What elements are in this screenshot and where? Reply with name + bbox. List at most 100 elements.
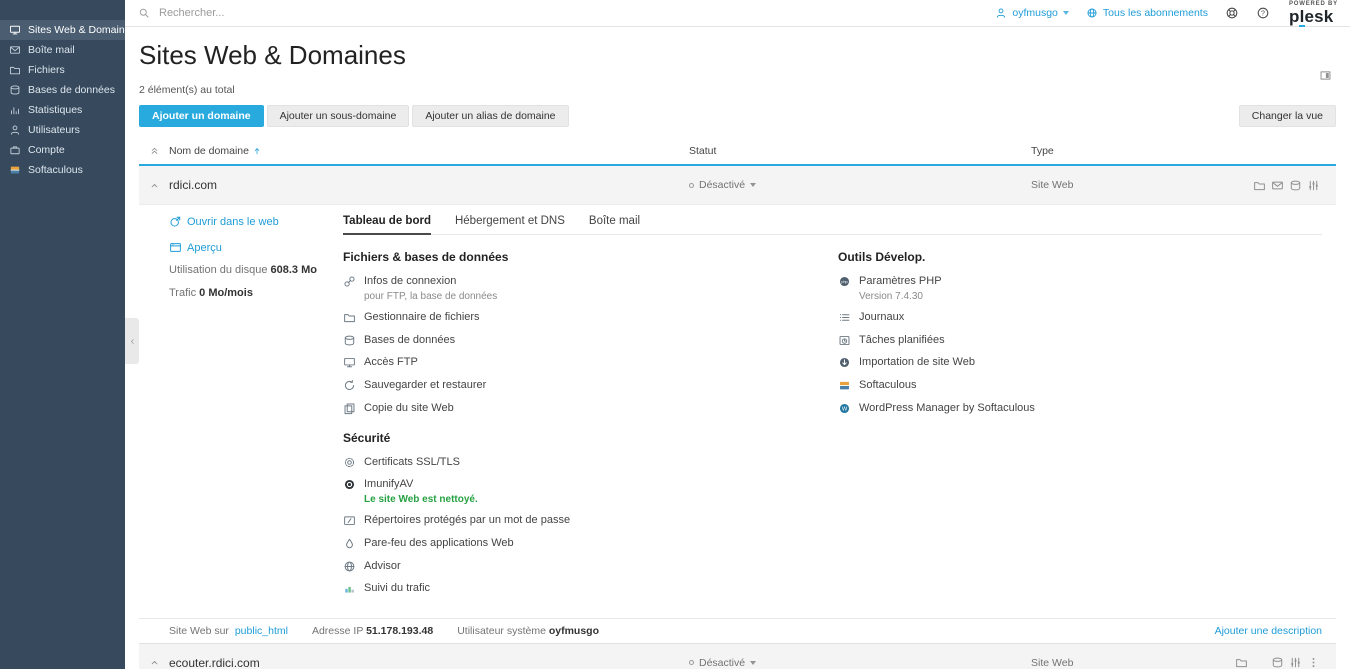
plesk-logo[interactable]: POWERED BYplesk xyxy=(1289,1,1338,25)
ip-address-info: Adresse IP 51.178.193.48 xyxy=(312,625,433,637)
help-icon[interactable] xyxy=(1256,6,1270,20)
status-dropdown[interactable]: Désactivé xyxy=(689,657,1031,669)
column-label: Nom de domaine xyxy=(169,145,249,157)
user-icon xyxy=(9,124,21,136)
copy-icon xyxy=(343,402,356,415)
preview-icon xyxy=(169,241,182,254)
tool-connection-info[interactable]: Infos de connexion pour FTP, la base de … xyxy=(343,275,838,302)
tool-website-copy[interactable]: Copie du site Web xyxy=(343,402,838,416)
open-in-web-link[interactable]: Ouvrir dans le web xyxy=(169,215,279,228)
domain-detail-column: Tableau de bord Hébergement et DNS Boîte… xyxy=(343,215,1322,605)
brand-name: plesk xyxy=(1289,7,1333,26)
traffic-label: Trafic xyxy=(169,287,196,299)
sidebar-item-account[interactable]: Compte xyxy=(0,140,125,160)
tool-protected-directories[interactable]: Répertoires protégés par un mot de passe xyxy=(343,514,838,528)
domain-card-footer: Site Web sur public_html Adresse IP 51.1… xyxy=(139,618,1336,643)
status-label: Désactivé xyxy=(699,657,745,669)
tool-label: Accès FTP xyxy=(364,356,418,370)
sidebar: Sites Web & Domaines Boîte mail Fichiers… xyxy=(0,0,125,669)
row-action-icons xyxy=(1253,179,1320,192)
support-lifering-icon[interactable] xyxy=(1225,6,1239,20)
search-bar xyxy=(138,6,995,20)
tool-ssl-certificates[interactable]: Certificats SSL/TLS xyxy=(343,456,838,470)
sidebar-item-users[interactable]: Utilisateurs xyxy=(0,120,125,140)
domain-row-header: rdici.com Désactivé Site Web xyxy=(139,166,1336,205)
column-domain-name[interactable]: Nom de domaine xyxy=(169,145,689,157)
tool-softaculous[interactable]: Softaculous xyxy=(838,379,1322,393)
open-web-icon xyxy=(169,215,182,228)
files-icon[interactable] xyxy=(1253,179,1266,192)
add-subdomain-button[interactable]: Ajouter un sous-domaine xyxy=(267,105,410,127)
user-menu[interactable]: oyfmusgo xyxy=(995,7,1069,19)
sidebar-item-mail[interactable]: Boîte mail xyxy=(0,40,125,60)
tool-ftp-access[interactable]: Accès FTP xyxy=(343,356,838,370)
add-domain-button[interactable]: Ajouter un domaine xyxy=(139,105,264,127)
add-description-link[interactable]: Ajouter une description xyxy=(1215,625,1322,637)
tool-backup-restore[interactable]: Sauvegarder et restaurer xyxy=(343,379,838,393)
tab-hosting-dns[interactable]: Hébergement et DNS xyxy=(455,215,565,234)
column-status[interactable]: Statut xyxy=(689,145,1031,157)
change-view-button[interactable]: Changer la vue xyxy=(1239,105,1336,127)
chevron-down-icon xyxy=(1063,11,1069,15)
protected-dir-icon xyxy=(343,514,356,527)
tab-dashboard[interactable]: Tableau de bord xyxy=(343,215,431,235)
domain-card-body: Ouvrir dans le web Aperçu Utilisation du… xyxy=(139,205,1336,618)
domain-type: Site Web xyxy=(1031,657,1235,669)
sidebar-item-databases[interactable]: Bases de données xyxy=(0,80,125,100)
folder-icon xyxy=(343,311,356,324)
preview-link[interactable]: Aperçu xyxy=(169,241,222,254)
tool-databases[interactable]: Bases de données xyxy=(343,334,838,348)
tool-wordpress-manager[interactable]: WordPress Manager by Softaculous xyxy=(838,402,1322,416)
collapse-row-icon[interactable] xyxy=(149,180,160,191)
tool-web-application-firewall[interactable]: Pare-feu des applications Web xyxy=(343,537,838,551)
tool-traffic-monitor[interactable]: Suivi du trafic xyxy=(343,582,838,596)
settings-sliders-icon[interactable] xyxy=(1307,179,1320,192)
tool-logs[interactable]: Journaux xyxy=(838,311,1322,325)
sort-ascending-icon xyxy=(252,146,262,156)
tool-file-manager[interactable]: Gestionnaire de fichiers xyxy=(343,311,838,325)
mail-icon[interactable] xyxy=(1271,179,1284,192)
tools-column-left: Fichiers & bases de données Infos de con… xyxy=(343,248,838,605)
files-icon[interactable] xyxy=(1235,656,1248,669)
chevron-left-icon xyxy=(128,337,137,346)
sidebar-item-websites-domains[interactable]: Sites Web & Domaines xyxy=(0,20,125,40)
briefcase-icon xyxy=(9,144,21,156)
row-action-icons xyxy=(1235,656,1320,669)
traffic: Trafic 0 Mo/mois xyxy=(169,287,343,299)
disk-usage-value: 608.3 Mo xyxy=(271,264,317,276)
column-type[interactable]: Type xyxy=(1031,145,1336,157)
database-icon[interactable] xyxy=(1289,179,1302,192)
sidebar-item-label: Bases de données xyxy=(28,84,115,96)
tool-label: Importation de site Web xyxy=(859,356,975,370)
side-panel-toggle-icon[interactable] xyxy=(1319,69,1332,82)
sidebar-collapse-handle[interactable] xyxy=(125,318,139,364)
tool-label: Softaculous xyxy=(859,379,916,393)
tab-mail[interactable]: Boîte mail xyxy=(589,215,640,234)
domain-name[interactable]: rdici.com xyxy=(169,178,689,192)
domain-card: rdici.com Désactivé Site Web xyxy=(139,166,1336,643)
status-dropdown[interactable]: Désactivé xyxy=(689,179,1031,191)
system-user-info: Utilisateur système oyfmusgo xyxy=(457,625,599,637)
subscriptions-menu[interactable]: Tous les abonnements xyxy=(1086,7,1208,19)
sidebar-item-files[interactable]: Fichiers xyxy=(0,60,125,80)
tool-note: pour FTP, la base de données xyxy=(364,291,497,302)
tool-imunifyav[interactable]: ImunifyAV Le site Web est nettoyé. xyxy=(343,478,838,505)
mail-icon xyxy=(9,44,21,56)
public-html-link[interactable]: public_html xyxy=(235,625,288,637)
database-icon[interactable] xyxy=(1271,656,1284,669)
sidebar-item-softaculous[interactable]: Softaculous xyxy=(0,160,125,180)
search-input[interactable] xyxy=(157,6,477,20)
collapse-row-icon[interactable] xyxy=(149,657,160,668)
tool-scheduled-tasks[interactable]: Tâches planifiées xyxy=(838,334,1322,348)
ip-label: Adresse IP xyxy=(312,625,363,637)
import-icon xyxy=(838,356,851,369)
add-domain-alias-button[interactable]: Ajouter un alias de domaine xyxy=(412,105,568,127)
sidebar-item-statistics[interactable]: Statistiques xyxy=(0,100,125,120)
settings-sliders-icon[interactable] xyxy=(1289,656,1302,669)
tool-website-import[interactable]: Importation de site Web xyxy=(838,356,1322,370)
more-actions-icon[interactable] xyxy=(1307,656,1320,669)
collapse-all-icon[interactable] xyxy=(149,145,160,156)
domain-name[interactable]: ecouter.rdici.com xyxy=(169,656,689,669)
tool-advisor[interactable]: Advisor xyxy=(343,560,838,574)
tool-php-settings[interactable]: Paramètres PHP Version 7.4.30 xyxy=(838,275,1322,302)
